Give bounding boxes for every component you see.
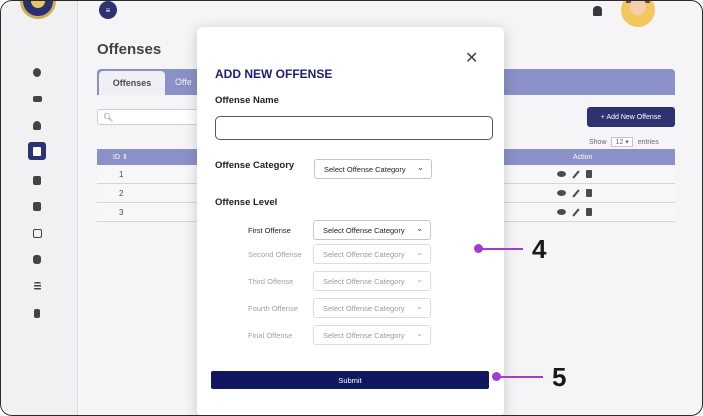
fourth-offense-select: Select Offense Category ⌄ [313, 298, 431, 318]
first-offense-select[interactable]: Select Offense Category ⌄ [313, 220, 431, 240]
chevron-down-icon: ⌄ [416, 275, 423, 284]
offense-category-label: Offense Category [215, 160, 295, 171]
final-offense-label: Final Offense [248, 331, 293, 340]
chevron-down-icon: ⌄ [416, 224, 423, 233]
offense-name-label: Offense Name [215, 95, 279, 106]
add-offense-modal: ADD NEW OFFENSE ✕ Offense Name Offense C… [197, 27, 504, 415]
third-offense-select: Select Offense Category ⌄ [313, 271, 431, 291]
callout-5-line [499, 376, 543, 378]
second-offense-select-value: Select Offense Category [323, 249, 405, 259]
second-offense-label: Second Offense [248, 250, 302, 259]
third-offense-label: Third Offense [248, 277, 294, 286]
offense-name-field[interactable] [215, 116, 493, 140]
callout-4-line [481, 248, 523, 250]
submit-button[interactable]: Submit [211, 371, 489, 389]
final-offense-select-value: Select Offense Category [323, 330, 405, 340]
chevron-down-icon: ⌄ [417, 163, 424, 172]
offense-level-label: Offense Level [215, 197, 278, 208]
first-offense-select-value: Select Offense Category [323, 225, 405, 235]
chevron-down-icon: ⌄ [416, 248, 423, 257]
offense-category-select-value: Select Offense Category [324, 164, 406, 174]
callout-4-number: 4 [532, 234, 547, 264]
app-frame: ≡ Offenses Offenses Offe 🔍︎ + Add New Of… [0, 0, 703, 416]
final-offense-select: Select Offense Category ⌄ [313, 325, 431, 345]
second-offense-select: Select Offense Category ⌄ [313, 244, 431, 264]
close-icon[interactable]: ✕ [465, 51, 478, 67]
callout-5-number: 5 [552, 362, 567, 392]
chevron-down-icon: ⌄ [416, 302, 423, 311]
modal-title: ADD NEW OFFENSE [215, 67, 333, 81]
fourth-offense-label: Fourth Offense [248, 304, 298, 313]
chevron-down-icon: ⌄ [416, 329, 423, 338]
first-offense-label: First Offense [248, 226, 291, 235]
offense-category-select[interactable]: Select Offense Category ⌄ [314, 159, 432, 179]
third-offense-select-value: Select Offense Category [323, 276, 405, 286]
fourth-offense-select-value: Select Offense Category [323, 303, 405, 313]
